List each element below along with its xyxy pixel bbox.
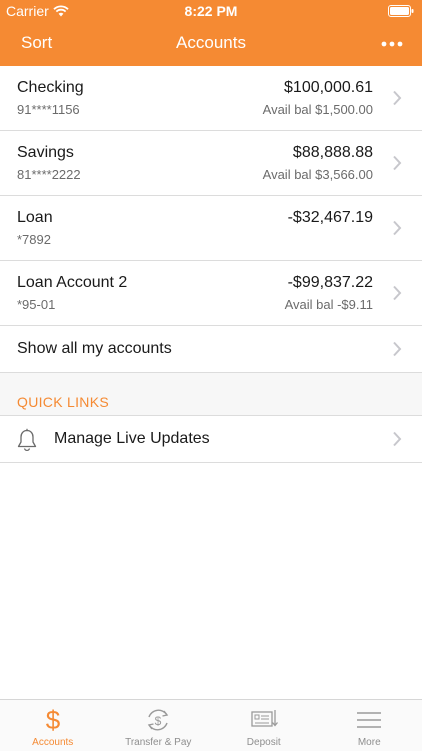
svg-text:$: $ [46, 705, 61, 735]
status-bar: Carrier 8:22 PM [0, 0, 422, 22]
tab-label: Accounts [0, 737, 106, 748]
account-name: Checking [17, 79, 84, 97]
page-title: Accounts [0, 33, 422, 53]
quick-link-label: Manage Live Updates [54, 430, 210, 448]
account-number: 91****1156 [17, 102, 80, 117]
tab-label: Transfer & Pay [106, 737, 212, 748]
ellipsis-icon[interactable] [378, 34, 406, 54]
tab-accounts[interactable]: $ Accounts [0, 700, 106, 751]
nav-bar: Sort Accounts [0, 22, 422, 66]
account-row-savings[interactable]: Savings 81****2222 $88,888.88 Avail bal … [0, 131, 422, 196]
tab-label: Deposit [211, 737, 317, 748]
tab-more[interactable]: More [317, 700, 422, 751]
status-time: 8:22 PM [0, 3, 422, 19]
available-balance: Avail bal -$9.11 [285, 297, 373, 312]
menu-icon [355, 705, 383, 735]
account-number: *7892 [17, 232, 51, 247]
tab-transfer-pay[interactable]: $ Transfer & Pay [106, 700, 212, 751]
check-deposit-icon [249, 705, 279, 735]
account-list: Checking 91****1156 $100,000.61 Avail ba… [0, 66, 422, 463]
available-balance: Avail bal $3,566.00 [263, 167, 373, 182]
chevron-right-icon [392, 155, 402, 171]
account-number: *95-01 [17, 297, 55, 312]
dollar-icon: $ [41, 705, 65, 735]
tab-bar: $ Accounts $ Transfer & Pay Deposit [0, 699, 422, 751]
account-balance: -$32,467.19 [288, 209, 373, 227]
battery-icon [388, 5, 414, 17]
transfer-icon: $ [143, 705, 173, 735]
chevron-right-icon [392, 431, 402, 447]
show-all-accounts-row[interactable]: Show all my accounts [0, 326, 422, 373]
account-balance: $100,000.61 [284, 79, 373, 97]
chevron-right-icon [392, 341, 402, 357]
svg-text:$: $ [155, 714, 162, 728]
available-balance: Avail bal $1,500.00 [263, 102, 373, 117]
quick-links-title: QUICK LINKS [17, 394, 109, 410]
bell-icon [16, 428, 38, 452]
tab-label: More [317, 737, 422, 748]
chevron-right-icon [392, 90, 402, 106]
quick-link-manage-live-updates[interactable]: Manage Live Updates [0, 416, 422, 463]
account-row-loan-account-2[interactable]: Loan Account 2 *95-01 -$99,837.22 Avail … [0, 261, 422, 326]
account-balance: $88,888.88 [293, 144, 373, 162]
account-name: Loan Account 2 [17, 274, 127, 292]
account-balance: -$99,837.22 [288, 274, 373, 292]
quick-links-header: QUICK LINKS [0, 373, 422, 416]
account-name: Savings [17, 144, 74, 162]
chevron-right-icon [392, 220, 402, 236]
account-name: Loan [17, 209, 53, 227]
account-row-loan[interactable]: Loan *7892 -$32,467.19 [0, 196, 422, 261]
account-number: 81****2222 [17, 167, 81, 182]
tab-deposit[interactable]: Deposit [211, 700, 317, 751]
chevron-right-icon [392, 285, 402, 301]
show-all-accounts-label: Show all my accounts [17, 340, 172, 358]
account-row-checking[interactable]: Checking 91****1156 $100,000.61 Avail ba… [0, 66, 422, 131]
